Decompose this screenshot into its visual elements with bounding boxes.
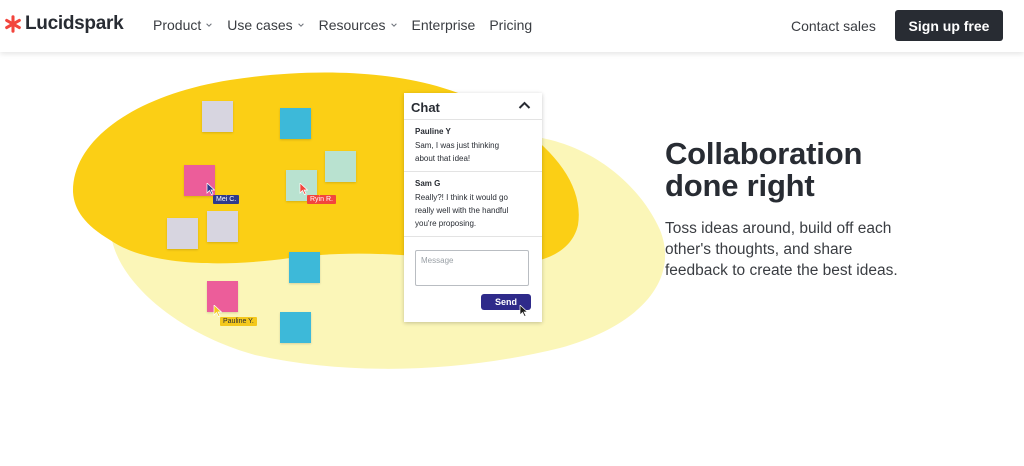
nav-use-cases[interactable]: Use cases bbox=[227, 17, 304, 33]
chevron-down-icon bbox=[390, 23, 397, 27]
nav-label: Resources bbox=[318, 17, 386, 33]
hero-title-line: done right bbox=[665, 168, 815, 203]
collaboration-illustration bbox=[72, 72, 666, 369]
chat-message: Pauline Y Sam, I was just thinking about… bbox=[404, 120, 542, 172]
message-author: Pauline Y bbox=[415, 127, 451, 136]
sign-up-free-button[interactable]: Sign up free bbox=[895, 10, 1003, 41]
message-placeholder: Message bbox=[421, 256, 454, 265]
chevron-down-icon bbox=[297, 23, 304, 27]
nav-label: Product bbox=[153, 17, 202, 33]
chat-header: Chat bbox=[404, 93, 542, 120]
nav-pricing[interactable]: Pricing bbox=[489, 17, 532, 33]
top-navigation-bar: Lucidspark Product Use cases Resources E… bbox=[0, 0, 1024, 52]
nav-resources[interactable]: Resources bbox=[319, 17, 398, 33]
sticky-note-cyan[interactable] bbox=[289, 252, 320, 283]
sticky-note-gray[interactable] bbox=[207, 211, 238, 242]
cursor-pointer-icon bbox=[519, 305, 528, 317]
main-nav: Product Use cases Resources Enterprise P… bbox=[153, 17, 532, 33]
hero-description: Toss ideas around, build off each other'… bbox=[665, 218, 935, 281]
nav-label: Pricing bbox=[489, 17, 533, 33]
collaborator-name: Mei C. bbox=[216, 196, 237, 203]
nav-label: Use cases bbox=[227, 17, 293, 33]
message-author: Sam G bbox=[415, 179, 441, 188]
asterisk-logo-icon bbox=[5, 15, 21, 33]
chevron-down-icon bbox=[206, 23, 213, 27]
cursor-pointer-icon bbox=[299, 183, 308, 195]
chevron-up-icon[interactable] bbox=[518, 101, 531, 110]
nav-label: Enterprise bbox=[411, 17, 476, 33]
collaborator-tag-ryin: Ryin R. bbox=[307, 195, 336, 204]
message-line: Sam, I was just thinking bbox=[415, 141, 500, 150]
hero-title-line: Collaboration bbox=[665, 136, 863, 171]
hero-body-line: feedback to create the best ideas. bbox=[665, 262, 898, 279]
hero-title: Collaboration done right bbox=[665, 138, 965, 202]
lucidspark-logo[interactable]: Lucidspark bbox=[4, 12, 124, 36]
chat-panel: Chat Pauline Y Sam, I was just thinking … bbox=[404, 93, 542, 322]
collaborator-tag-mei: Mei C. bbox=[213, 195, 240, 204]
sticky-note-mint[interactable] bbox=[325, 151, 356, 182]
message-line: really well with the handful bbox=[415, 206, 509, 215]
message-line: about that idea! bbox=[415, 154, 471, 163]
message-input[interactable]: Message bbox=[415, 250, 529, 286]
sticky-note-gray[interactable] bbox=[202, 101, 233, 132]
sticky-note-gray[interactable] bbox=[167, 218, 198, 249]
contact-sales-link[interactable]: Contact sales bbox=[791, 18, 876, 34]
collaborator-name: Ryin R. bbox=[310, 196, 333, 203]
hero-body-line: other's thoughts, and share bbox=[665, 241, 853, 258]
sticky-note-cyan[interactable] bbox=[280, 312, 311, 343]
message-line: Really?! I think it would go bbox=[415, 193, 508, 202]
cursor-pointer-icon bbox=[206, 183, 215, 195]
sticky-note-pink[interactable] bbox=[207, 281, 238, 312]
nav-enterprise[interactable]: Enterprise bbox=[412, 17, 476, 33]
message-line: you're proposing. bbox=[415, 219, 477, 228]
hero-body-line: Toss ideas around, build off each bbox=[665, 220, 892, 237]
chat-title: Chat bbox=[411, 100, 440, 115]
sticky-note-cyan[interactable] bbox=[280, 108, 311, 139]
logo-text: Lucidspark bbox=[25, 13, 124, 34]
nav-product[interactable]: Product bbox=[153, 17, 213, 33]
cursor-pointer-icon bbox=[213, 305, 222, 317]
chat-message: Sam G Really?! I think it would go reall… bbox=[404, 172, 542, 237]
collaborator-tag-pauline: Pauline Y. bbox=[220, 317, 257, 326]
collaborator-name: Pauline Y. bbox=[223, 318, 254, 325]
